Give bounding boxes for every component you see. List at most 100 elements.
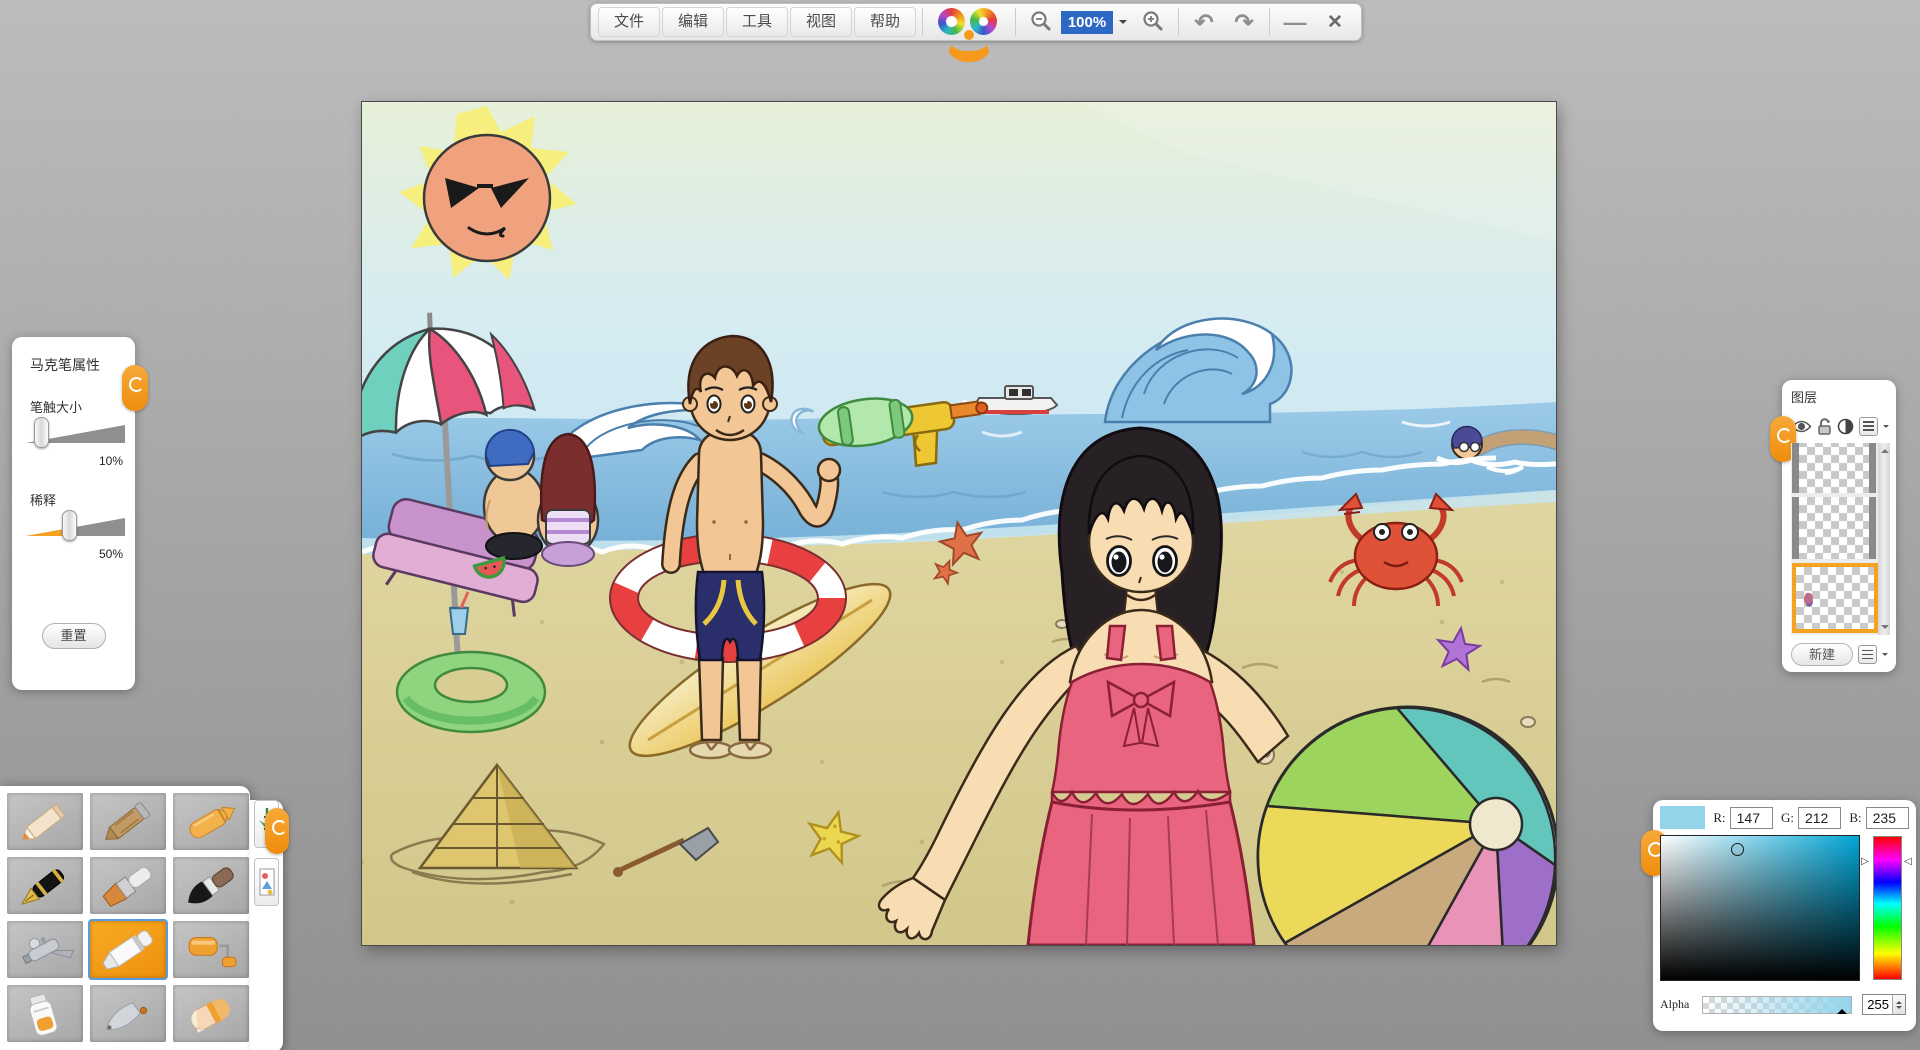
new-layer-button[interactable]: 新建 — [1791, 643, 1853, 666]
layer-menu-caret[interactable] — [1883, 425, 1889, 431]
marker-properties-panel: 马克笔属性 笔触大小 10% 稀释 50% 重置 — [12, 337, 135, 690]
beach-scene-artwork — [362, 102, 1556, 945]
tool-crayon[interactable] — [173, 793, 249, 850]
layers-panel: 图层 新建 — [1782, 380, 1896, 672]
undo-icon: ↶ — [1194, 11, 1213, 34]
tool-flat-brush[interactable] — [90, 857, 166, 914]
airbrush-icon — [13, 926, 77, 974]
stamp-picture-button[interactable] — [254, 858, 279, 906]
layer3-content — [1803, 592, 1815, 605]
spinner-down-arrow[interactable] — [1896, 1006, 1902, 1009]
eraser-icon — [179, 990, 243, 1038]
toolbar-separator — [922, 8, 923, 36]
lock-icon[interactable] — [1817, 418, 1832, 435]
brush-size-value: 10% — [12, 454, 123, 468]
tool-ink-brush[interactable] — [173, 857, 249, 914]
alpha-value: 255 — [1863, 997, 1892, 1012]
charcoal-pencil-icon — [96, 798, 160, 846]
crayon-icon — [179, 798, 243, 846]
hue-bar[interactable] — [1873, 836, 1902, 980]
tool-airbrush[interactable] — [7, 921, 83, 978]
scroll-down-arrow[interactable] — [1881, 625, 1889, 629]
layer-list — [1791, 443, 1890, 635]
ink-brush-icon — [179, 862, 243, 910]
redo-icon: ↷ — [1234, 11, 1253, 34]
blue-value-field[interactable]: 235 — [1866, 807, 1909, 829]
hue-marker-left[interactable]: ▷ — [1861, 856, 1869, 867]
tool-paint-tube[interactable] — [7, 985, 83, 1042]
zoom-level-field[interactable]: 100% — [1061, 11, 1113, 34]
layers-title: 图层 — [1791, 387, 1890, 406]
alpha-slider[interactable] — [1702, 996, 1852, 1014]
menu-edit[interactable]: 编辑 — [662, 7, 724, 37]
scroll-up-arrow[interactable] — [1881, 449, 1889, 453]
layer-thumbnail-3-selected[interactable] — [1792, 563, 1878, 633]
tool-marker-selected[interactable] — [90, 921, 166, 978]
dilution-slider-thumb[interactable] — [62, 510, 77, 541]
tool-fountain-pen[interactable] — [7, 857, 83, 914]
drawing-canvas[interactable] — [362, 102, 1556, 945]
clown-nose-icon — [964, 30, 974, 40]
palette-handle-tab[interactable] — [265, 808, 289, 854]
menu-file[interactable]: 文件 — [598, 7, 660, 37]
layer-menu-button[interactable] — [1859, 417, 1878, 436]
hue-marker-right[interactable]: ◁ — [1904, 856, 1912, 867]
toolbar-separator — [1015, 8, 1016, 36]
brush-size-label: 笔触大小 — [30, 397, 135, 416]
opacity-half-circle-icon[interactable] — [1837, 418, 1854, 435]
panel-title: 马克笔属性 — [30, 355, 135, 375]
redo-button[interactable]: ↷ — [1224, 7, 1264, 37]
alpha-label: Alpha — [1660, 997, 1702, 1012]
green-swim-ring — [397, 652, 545, 732]
alpha-slider-marker[interactable] — [1837, 1009, 1847, 1014]
close-button[interactable]: ✕ — [1315, 7, 1355, 37]
red-label: R: — [1713, 810, 1725, 826]
panel-handle-tab[interactable] — [122, 365, 148, 411]
tool-palette-side-strip — [250, 800, 283, 1050]
undo-button[interactable]: ↶ — [1184, 7, 1224, 37]
spinner-up-arrow[interactable] — [1896, 1001, 1902, 1004]
dilution-slider[interactable] — [26, 513, 125, 539]
brush-size-slider[interactable] — [26, 420, 125, 446]
layer-options-button[interactable] — [1858, 645, 1877, 664]
sitting-girl — [538, 434, 598, 566]
main-toolbar: 文件 编辑 工具 视图 帮助 100% ↶ ↷ — ✕ — [590, 3, 1362, 41]
alpha-value-field[interactable]: 255 — [1862, 994, 1906, 1015]
layer-thumbnail-1[interactable] — [1792, 443, 1876, 493]
reset-button[interactable]: 重置 — [42, 623, 106, 649]
minimize-button[interactable]: — — [1275, 7, 1315, 37]
clown-mascot-logo[interactable] — [936, 6, 1002, 38]
colored-pencil-icon — [13, 798, 77, 846]
color-picker-panel: R: 147 G: 212 B: 235 ▷ ◁ Alpha 255 — [1653, 800, 1916, 1031]
tool-colored-pencil[interactable] — [7, 793, 83, 850]
boy-hand — [818, 459, 840, 481]
current-color-swatch[interactable] — [1660, 806, 1705, 829]
green-value-field[interactable]: 212 — [1798, 807, 1841, 829]
brush-size-slider-thumb[interactable] — [34, 417, 49, 448]
tool-eraser[interactable] — [173, 985, 249, 1042]
red-value-field[interactable]: 147 — [1730, 807, 1773, 829]
toolbar-separator — [1269, 8, 1270, 36]
picture-icon — [259, 863, 275, 901]
magnifier-minus-icon — [1029, 10, 1053, 34]
layer-scrollbar[interactable] — [1878, 443, 1890, 635]
layer-options-caret[interactable] — [1882, 653, 1888, 659]
dilution-label: 稀释 — [30, 490, 135, 509]
tool-metal-pen[interactable] — [90, 985, 166, 1042]
menu-help[interactable]: 帮助 — [854, 7, 916, 37]
zoom-out-button[interactable] — [1021, 7, 1061, 37]
sv-selection-marker[interactable] — [1731, 843, 1744, 856]
layer-thumbnail-2[interactable] — [1792, 497, 1876, 559]
zoom-in-button[interactable] — [1133, 7, 1173, 37]
tool-charcoal-pencil[interactable] — [90, 793, 166, 850]
flat-brush-icon — [96, 862, 160, 910]
saturation-value-box[interactable] — [1660, 835, 1860, 981]
menu-tools[interactable]: 工具 — [726, 7, 788, 37]
menu-view[interactable]: 视图 — [790, 7, 852, 37]
alpha-spinner[interactable] — [1892, 995, 1905, 1014]
magnifier-plus-icon — [1141, 10, 1165, 34]
zoom-dropdown-caret[interactable] — [1119, 20, 1127, 28]
paint-tube-icon — [13, 990, 77, 1038]
tool-paint-roller[interactable] — [173, 921, 249, 978]
metal-pen-icon — [96, 990, 160, 1038]
